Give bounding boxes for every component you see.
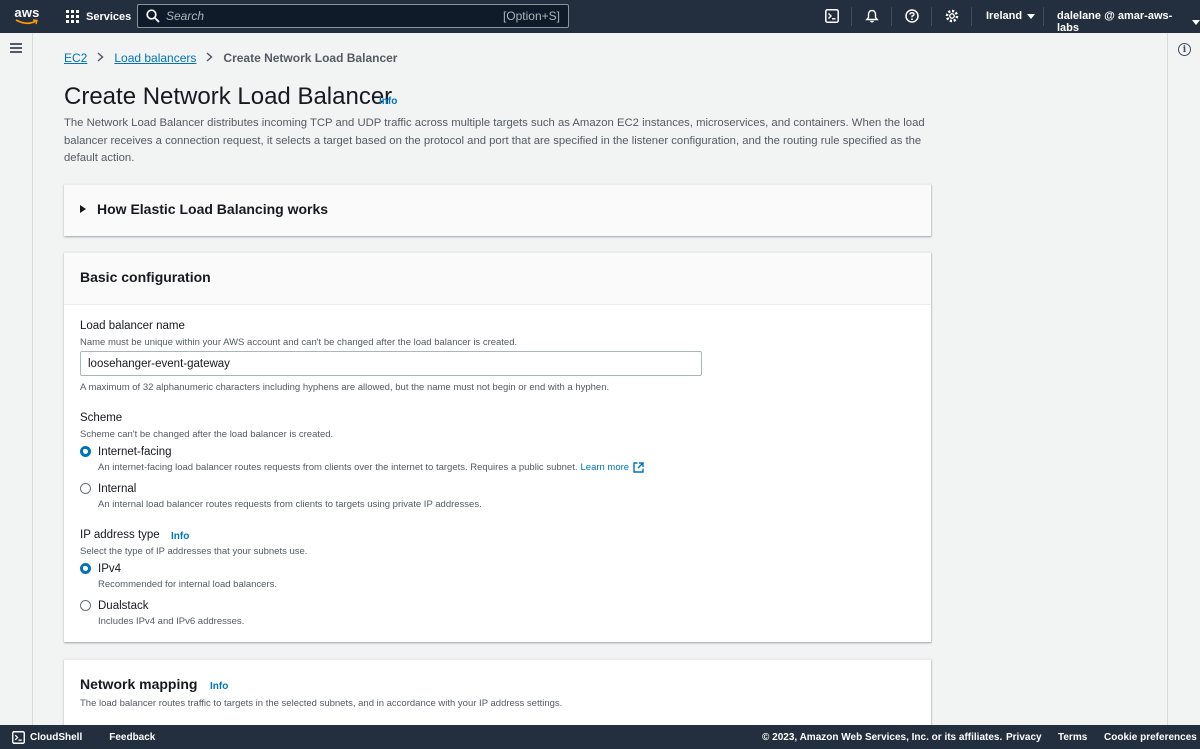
ip-type-info-link[interactable]: Info <box>171 531 189 542</box>
how-elb-works-title: How Elastic Load Balancing works <box>97 201 329 217</box>
privacy-link[interactable]: Privacy <box>1006 732 1042 743</box>
radio-title: IPv4 <box>98 563 122 575</box>
radio-description: Includes IPv4 and IPv6 addresses. <box>98 616 245 627</box>
how-elb-works-toggle[interactable]: How Elastic Load Balancing works <box>80 201 328 217</box>
scheme-option-internet-facing[interactable]: Internet-facing An internet-facing load … <box>80 445 644 473</box>
lb-name-label: Load balancer name <box>80 320 185 332</box>
nav-divider <box>891 7 892 26</box>
services-label: Services <box>86 10 132 23</box>
menu-icon[interactable] <box>10 43 22 53</box>
cloudshell-icon[interactable] <box>824 8 840 24</box>
external-link-icon[interactable] <box>633 462 644 473</box>
feedback-link[interactable]: Feedback <box>109 732 155 743</box>
aws-logo[interactable]: aws <box>2 0 52 33</box>
radio-button-checked[interactable] <box>80 563 91 574</box>
title-info-link[interactable]: Info <box>379 96 397 107</box>
radio-title: Dualstack <box>98 600 149 612</box>
caret-down-icon <box>1027 13 1036 19</box>
bell-icon[interactable] <box>864 8 880 24</box>
radio-title: Internet-facing <box>98 446 172 458</box>
top-navigation: aws Services [Option+S] Ireland <box>0 0 1200 34</box>
account-label: dalelane @ amar-aws-labs <box>1057 10 1173 34</box>
basic-configuration-header: Basic configuration <box>64 253 931 305</box>
ip-option-ipv4[interactable]: IPv4 Recommended for internal load balan… <box>80 562 277 590</box>
basic-configuration-title: Basic configuration <box>80 269 211 285</box>
region-label: Ireland <box>986 10 1023 22</box>
breadcrumb-load-balancers[interactable]: Load balancers <box>114 51 196 65</box>
breadcrumb: EC2 Load balancers Create Network Load B… <box>64 51 397 65</box>
footer: CloudShell Feedback © 2023, Amazon Web S… <box>0 725 1200 749</box>
basic-configuration-panel: Basic configuration Load balancer name N… <box>64 252 931 642</box>
scheme-description: Scheme can't be changed after the load b… <box>80 429 334 440</box>
nav-divider <box>1043 7 1044 26</box>
terms-link[interactable]: Terms <box>1058 732 1087 743</box>
caret-down-icon <box>1192 19 1200 25</box>
lb-name-description: Name must be unique within your AWS acco… <box>80 337 518 348</box>
account-menu[interactable]: dalelane @ amar-aws-labs <box>1057 10 1200 34</box>
lb-name-input[interactable] <box>80 351 702 376</box>
radio-description: An internet-facing load balancer routes … <box>98 462 644 473</box>
nav-divider <box>851 7 852 26</box>
scheme-label: Scheme <box>80 412 123 424</box>
nav-divider <box>931 7 932 26</box>
breadcrumb-ec2[interactable]: EC2 <box>64 51 87 65</box>
chevron-right-icon <box>206 51 214 65</box>
search-shortcut: [Option+S] <box>502 9 560 23</box>
copyright-text: © 2023, Amazon Web Services, Inc. or its… <box>762 732 1003 743</box>
services-menu-button[interactable]: Services <box>66 10 131 23</box>
radio-button-checked[interactable] <box>80 446 91 457</box>
chevron-right-icon <box>97 51 104 65</box>
radio-description: Recommended for internal load balancers. <box>98 579 278 590</box>
radio-button[interactable] <box>80 600 91 611</box>
cloudshell-button[interactable]: CloudShell <box>12 730 83 744</box>
radio-description-text: An internet-facing load balancer routes … <box>98 462 578 473</box>
aws-smile-icon <box>15 19 38 25</box>
grid-icon <box>66 10 79 23</box>
radio-title: Internal <box>98 483 137 495</box>
radio-description: An internal load balancer routes request… <box>98 499 482 510</box>
help-icon[interactable] <box>904 8 920 24</box>
how-elb-works-panel: How Elastic Load Balancing works <box>64 184 931 236</box>
page-description: The Network Load Balancer distributes in… <box>64 117 925 164</box>
info-panel-icon[interactable]: i <box>1178 43 1191 56</box>
region-selector[interactable]: Ireland <box>986 10 1036 22</box>
ip-type-label: IP address type <box>80 529 160 541</box>
cookie-preferences-link[interactable]: Cookie preferences <box>1104 732 1197 743</box>
right-rail: i <box>1167 33 1200 725</box>
scheme-option-internal[interactable]: Internal An internal load balancer route… <box>80 482 482 510</box>
search-input[interactable] <box>166 9 503 23</box>
cloudshell-icon <box>12 730 25 744</box>
breadcrumb-current: Create Network Load Balancer <box>223 51 398 65</box>
page-title: Create Network Load Balancer <box>64 83 393 110</box>
aws-logo-text: aws <box>14 5 40 20</box>
network-mapping-title: Network mapping <box>80 676 198 692</box>
network-mapping-description: The load balancer routes traffic to targ… <box>80 698 563 709</box>
gear-icon[interactable] <box>944 8 960 24</box>
lb-name-constraint: A maximum of 32 alphanumeric characters … <box>80 382 610 393</box>
learn-more-link[interactable]: Learn more <box>581 462 630 473</box>
cloudshell-label: CloudShell <box>30 731 83 743</box>
left-rail <box>0 33 33 725</box>
network-mapping-panel: Network mapping Info The load balancer r… <box>64 659 931 725</box>
caret-right-icon <box>80 205 86 213</box>
search-icon <box>146 9 160 23</box>
network-mapping-info-link[interactable]: Info <box>210 681 228 692</box>
ip-type-description: Select the type of IP addresses that you… <box>80 546 308 557</box>
ip-option-dualstack[interactable]: Dualstack Includes IPv4 and IPv6 address… <box>80 599 244 627</box>
nav-divider <box>971 7 972 26</box>
radio-button[interactable] <box>80 483 91 494</box>
main-content: EC2 Load balancers Create Network Load B… <box>34 33 1166 725</box>
search-box[interactable]: [Option+S] <box>137 4 569 28</box>
